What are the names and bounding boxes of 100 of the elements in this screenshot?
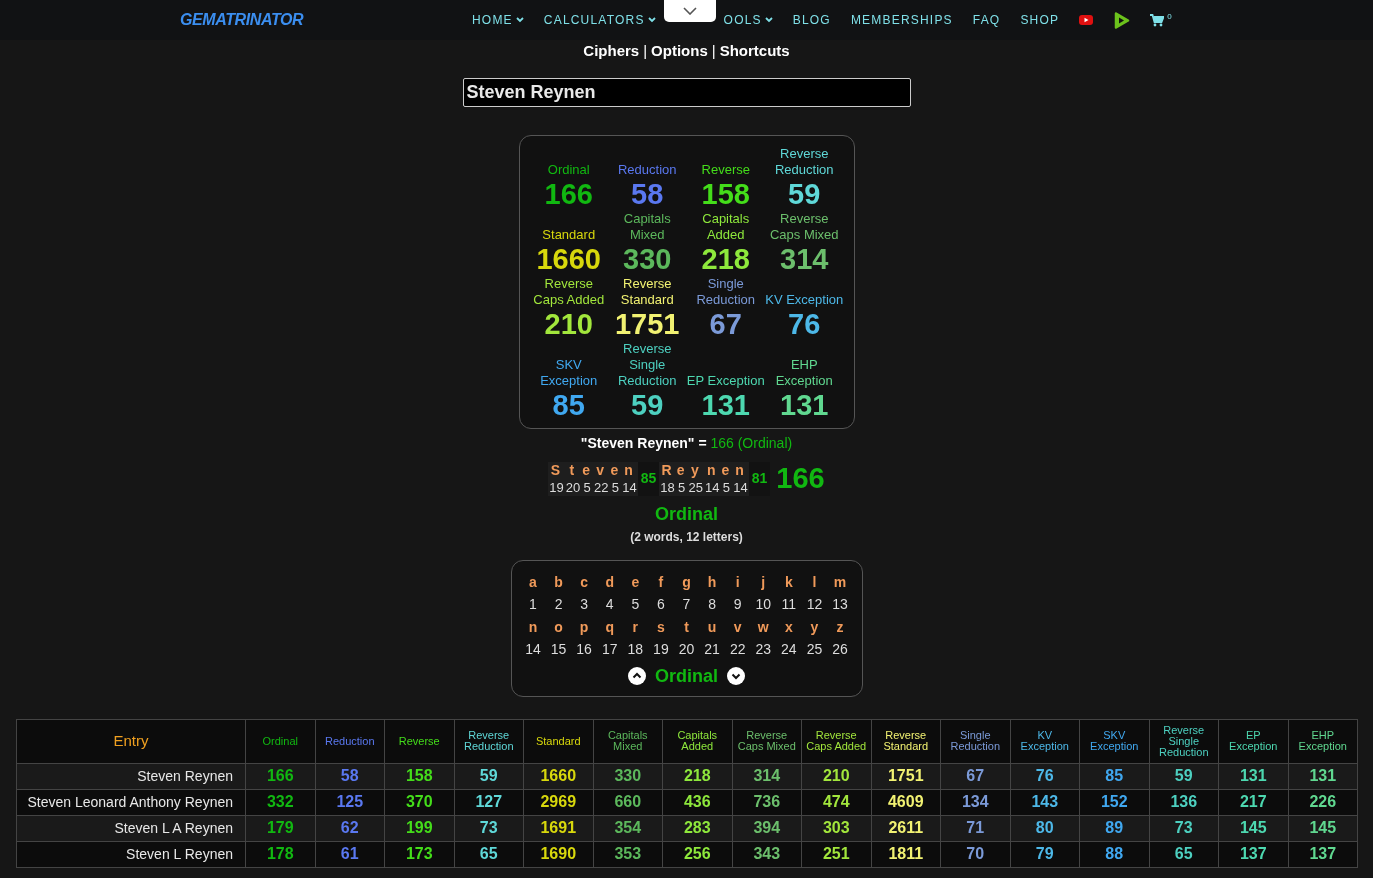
- value-cell: 370: [384, 789, 454, 815]
- cipher-name: Ordinal: [655, 502, 718, 526]
- value-cell: 145: [1288, 815, 1358, 841]
- cipher-label: Ordinal: [546, 162, 591, 178]
- value-cell: 1751: [871, 763, 941, 789]
- letter: e: [676, 461, 687, 479]
- value-cell: 65: [1149, 841, 1219, 867]
- value-cell: 73: [454, 815, 524, 841]
- entry-cell: Steven L A Reynen: [16, 815, 246, 841]
- letter-value: 14: [733, 478, 748, 496]
- value-cell: 1691: [523, 815, 593, 841]
- menu-link[interactable]: Shortcuts: [719, 39, 790, 63]
- column-header: EHP Exception: [1288, 719, 1358, 763]
- chart-value: 15: [549, 639, 568, 659]
- column-header: Reduction: [315, 719, 385, 763]
- collapse-tab[interactable]: [663, 0, 716, 22]
- column-header: Entry: [16, 719, 246, 763]
- phrase-text: "Steven Reynen" =: [580, 435, 708, 451]
- chart-letter: w: [756, 617, 770, 637]
- nav-link[interactable]: MEMBERSHIPS: [850, 11, 953, 29]
- cart-icon[interactable]: [1150, 13, 1165, 27]
- letter-value: 5: [678, 478, 686, 496]
- letter-value: 20: [565, 478, 581, 496]
- value-cell: 173: [384, 841, 454, 867]
- chart-value: 20: [677, 639, 696, 659]
- value-cell: 343: [732, 841, 802, 867]
- cipher-name: Ordinal: [655, 664, 718, 688]
- letter: y: [690, 461, 701, 479]
- letter: t: [569, 461, 577, 479]
- column-header: KV Exception: [1010, 719, 1080, 763]
- result-value: 166 (Ordinal): [710, 435, 793, 451]
- letter-value: 5: [583, 478, 591, 496]
- cipher-label: Reverse Reduction: [773, 146, 835, 178]
- letter: n: [707, 461, 718, 479]
- value-cell: 143: [1010, 789, 1080, 815]
- menu-link[interactable]: Options: [651, 39, 708, 63]
- value-cell: 137: [1288, 841, 1358, 867]
- letter-value: 5: [722, 478, 730, 496]
- search-field[interactable]: Steven Reynen: [462, 78, 911, 107]
- nav-link[interactable]: SHOP: [1020, 11, 1060, 29]
- value-cell: 736: [732, 789, 802, 815]
- cipher-label: Capitals Mixed: [622, 211, 672, 243]
- column-header: Standard: [523, 719, 593, 763]
- chart-value: 4: [604, 594, 615, 614]
- value-cell: 332: [245, 789, 315, 815]
- cipher-label: EHP Exception: [774, 357, 834, 389]
- chart-letter: z: [835, 617, 845, 637]
- cipher-value: 58: [631, 178, 664, 211]
- chart-letter: n: [527, 617, 539, 637]
- column-header: Reverse Standard: [871, 719, 941, 763]
- value-cell: 166: [245, 763, 315, 789]
- column-header: Capitals Added: [662, 719, 732, 763]
- letter: n: [624, 461, 635, 479]
- cipher-label: Reverse Caps Mixed: [768, 211, 840, 243]
- letter-value: 25: [688, 478, 704, 496]
- summary-text: (2 words, 12 letters): [630, 528, 743, 546]
- value-cell: 283: [662, 815, 732, 841]
- play-icon[interactable]: [1113, 11, 1131, 29]
- chart-letter: a: [528, 572, 538, 592]
- value-cell: 353: [593, 841, 663, 867]
- video-play-icon[interactable]: [1079, 15, 1094, 25]
- entry-cell: Steven Reynen: [16, 763, 246, 789]
- value-cell: 256: [662, 841, 732, 867]
- nav-link[interactable]: FAQ: [972, 11, 1001, 29]
- chevron-down-icon[interactable]: [727, 667, 745, 685]
- cipher-value: 218: [701, 243, 750, 276]
- value-cell: 226: [1288, 789, 1358, 815]
- chart-letter: v: [732, 617, 743, 637]
- menu-link[interactable]: Ciphers: [583, 39, 640, 63]
- letter-value: 18: [660, 478, 675, 496]
- chart-letter: e: [630, 572, 641, 592]
- value-cell: 80: [1010, 815, 1080, 841]
- column-header: Capitals Mixed: [593, 719, 663, 763]
- value-cell: 4609: [871, 789, 941, 815]
- cipher-value: 76: [788, 308, 821, 341]
- chart-letter: o: [553, 617, 564, 637]
- chevron-up-icon[interactable]: [628, 667, 646, 685]
- value-cell: 134: [940, 789, 1010, 815]
- column-header: Reverse Caps Mixed: [732, 719, 802, 763]
- letter-value: 19: [549, 478, 564, 496]
- caret-icon: [515, 17, 524, 23]
- chart-value: 16: [575, 639, 593, 659]
- value-cell: 152: [1079, 789, 1149, 815]
- cipher-label: Standard: [541, 227, 597, 243]
- nav-link[interactable]: CALCULATORS: [543, 11, 656, 29]
- column-header: Reverse Single Reduction: [1149, 719, 1219, 763]
- logo[interactable]: GEMATRINATOR: [180, 8, 304, 32]
- cipher-label: Reverse Standard: [619, 276, 675, 308]
- value-cell: 79: [1010, 841, 1080, 867]
- column-header: Reverse: [384, 719, 454, 763]
- chart-value: 19: [652, 639, 670, 659]
- chart-letter: r: [631, 617, 640, 637]
- nav-link[interactable]: BLOG: [792, 11, 831, 29]
- value-cell: 354: [593, 815, 663, 841]
- chart-value: 26: [831, 639, 849, 659]
- value-cell: 218: [662, 763, 732, 789]
- cipher-value: 131: [701, 389, 750, 422]
- nav-link[interactable]: OOLS: [723, 11, 773, 29]
- nav-link[interactable]: HOME: [472, 11, 524, 29]
- value-cell: 59: [454, 763, 524, 789]
